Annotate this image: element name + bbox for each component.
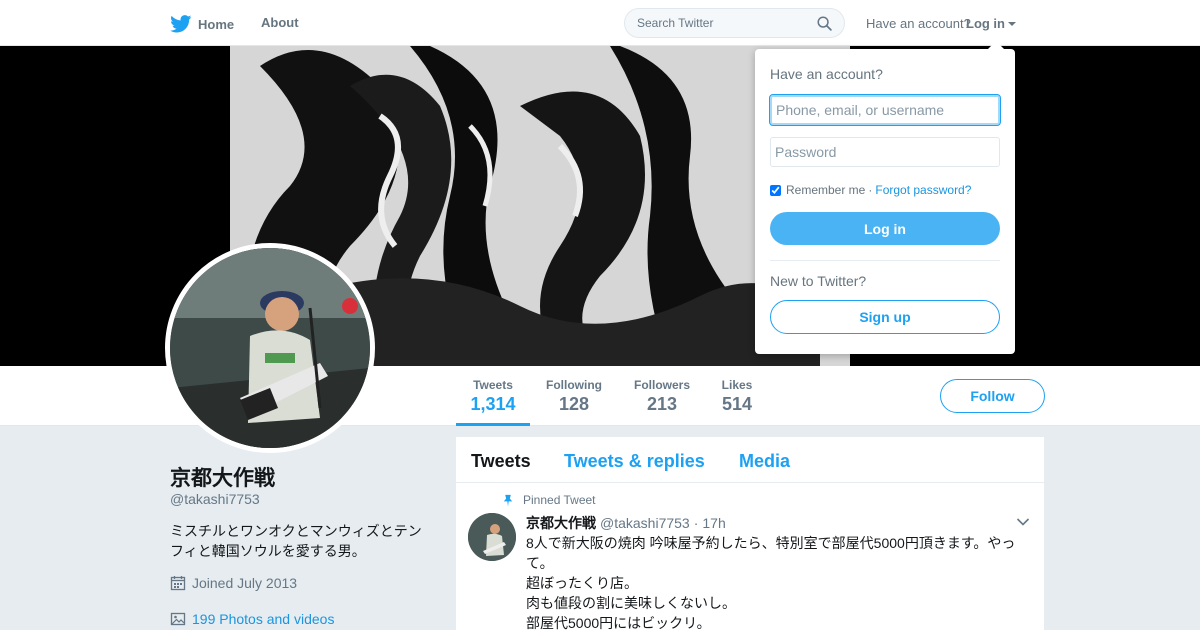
account-prompt-text: Have an account? — [866, 16, 971, 31]
stat-tweets-value: 1,314 — [470, 394, 516, 414]
tweet-line: 肉も値段の割に美味しくないし。 — [526, 595, 736, 611]
stat-tweets[interactable]: Tweets 1,314 — [470, 378, 516, 415]
stat-following[interactable]: Following 128 — [545, 378, 603, 415]
tweet-author-name[interactable]: 京都大作戦 — [526, 513, 596, 533]
new-to-twitter-text: New to Twitter? — [770, 273, 867, 289]
stat-following-label: Following — [546, 378, 602, 392]
tweet-line: 8人で新大阪の焼肉 吟味屋予約したら、特別室で部屋代5000円頂きます。やって。 — [526, 535, 1016, 571]
profile-photos-link[interactable]: 199 Photos and videos — [170, 611, 334, 627]
login-toggle-label: Log in — [966, 16, 1005, 31]
remember-me-label[interactable]: Remember me — [786, 183, 865, 197]
stat-likes[interactable]: Likes 514 — [721, 378, 753, 415]
forgot-password-link[interactable]: Forgot password? — [875, 183, 971, 197]
top-navigation-bar: Home About Have an account? Log in — [0, 0, 1200, 46]
profile-bio: ミスチルとワンオクとマンウィズとテンフィと韓国ソウルを愛する男。 — [170, 523, 422, 559]
pinned-label-text: Pinned Tweet — [523, 493, 596, 507]
tab-tweets[interactable]: Tweets — [471, 451, 531, 472]
active-stat-underline — [456, 423, 530, 426]
caret-down-icon — [1008, 21, 1016, 26]
timeline-tabs: Tweets Tweets & replies Media — [456, 437, 1044, 483]
dropdown-divider — [770, 260, 1000, 261]
nav-about-link[interactable]: About — [261, 15, 299, 30]
tweet-author-handle[interactable]: @takashi7753 — [600, 515, 690, 531]
remember-row: Remember me · Forgot password? — [770, 183, 971, 197]
tweet-header: 京都大作戦 @takashi7753 · 17h — [526, 513, 726, 533]
nav-home-link[interactable]: Home — [170, 15, 234, 33]
search-input[interactable] — [625, 9, 805, 37]
search-icon[interactable] — [817, 16, 832, 31]
tweet-separator: · — [693, 515, 699, 531]
stat-likes-label: Likes — [721, 378, 753, 392]
tweet-line: 超ぼったくり店。 — [526, 575, 638, 591]
stat-tweets-label: Tweets — [473, 378, 513, 392]
stat-followers-value: 213 — [646, 394, 678, 414]
twitter-bird-icon — [170, 15, 192, 33]
chevron-down-icon[interactable] — [1016, 517, 1030, 527]
nav-home-label: Home — [198, 16, 235, 32]
tab-media[interactable]: Media — [739, 451, 790, 472]
profile-handle[interactable]: @takashi7753 — [170, 491, 260, 507]
stat-likes-value: 514 — [721, 394, 753, 414]
stat-following-value: 128 — [558, 394, 590, 414]
tweet-avatar[interactable] — [468, 513, 516, 561]
profile-photos-text: 199 Photos and videos — [192, 611, 335, 627]
nav-about-label: About — [261, 15, 299, 30]
profile-avatar[interactable] — [165, 243, 375, 453]
calendar-icon — [170, 576, 186, 591]
stat-followers[interactable]: Followers 213 — [633, 378, 691, 415]
tweet-line: 部屋代5000円にはビックリ。 — [526, 615, 711, 630]
login-button[interactable]: Log in — [770, 212, 1000, 245]
profile-joined-text: Joined July 2013 — [192, 575, 298, 591]
follow-button[interactable]: Follow — [940, 379, 1045, 413]
password-field[interactable] — [770, 137, 1000, 167]
dropdown-caret — [987, 41, 1005, 50]
search-box[interactable] — [624, 8, 845, 38]
login-dropdown-title: Have an account? — [770, 66, 883, 82]
remember-me-checkbox[interactable] — [770, 184, 781, 196]
username-field[interactable] — [769, 94, 1001, 126]
remember-separator: · — [868, 183, 873, 197]
tweet-timestamp[interactable]: 17h — [702, 515, 725, 531]
stat-followers-label: Followers — [633, 378, 690, 392]
login-dropdown-toggle[interactable]: Log in — [966, 16, 1016, 31]
timeline: Tweets Tweets & replies Media Pinned Twe… — [456, 437, 1044, 630]
tab-tweets-and-replies[interactable]: Tweets & replies — [564, 451, 705, 472]
pin-icon — [503, 494, 513, 507]
avatar-photo — [170, 248, 370, 448]
login-dropdown: Have an account? Remember me · Forgot pa… — [755, 41, 1015, 354]
tweet-text: 8人で新大阪の焼肉 吟味屋予約したら、特別室で部屋代5000円頂きます。やって。… — [526, 533, 1026, 630]
profile-joined-date: Joined July 2013 — [170, 575, 297, 591]
tweet-avatar-photo — [468, 513, 516, 561]
profile-name[interactable]: 京都大作戦 — [170, 462, 275, 492]
photo-icon — [170, 612, 186, 626]
pinned-label: Pinned Tweet — [502, 493, 596, 507]
signup-button[interactable]: Sign up — [770, 300, 1000, 334]
